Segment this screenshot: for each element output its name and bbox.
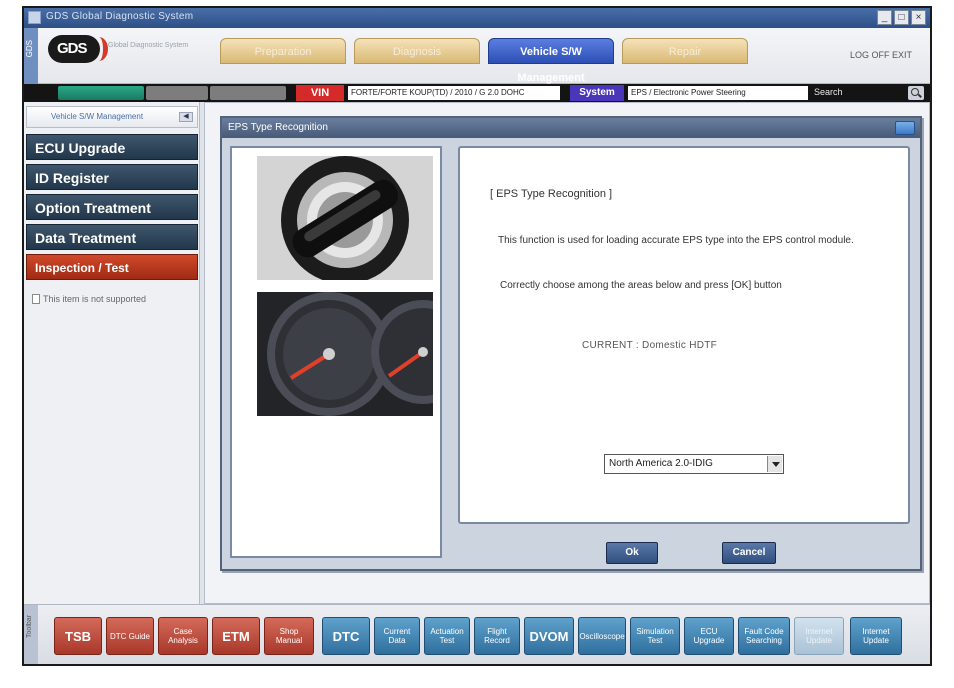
internet-update-button[interactable]: Internet Update [850, 617, 902, 655]
gauge-cluster-drawing [257, 292, 433, 416]
document-icon [32, 294, 40, 304]
sidebar-collapse-icon[interactable]: ◀ [179, 112, 193, 122]
bottom-toolbar: Toolbar TSB DTC Guide Case Analysis ETM … [24, 604, 930, 664]
side-tag: GDS [24, 28, 38, 84]
instrument-gauge-image [257, 292, 433, 416]
eps-instruction: Correctly choose among the areas below a… [500, 280, 782, 291]
main-tabs: Preparation Diagnosis Vehicle S/W Manage… [220, 38, 748, 84]
sidebar-item-data-treatment[interactable]: Data Treatment [26, 224, 198, 250]
dtc-button[interactable]: DTC [322, 617, 370, 655]
app-icon [28, 11, 41, 24]
eps-type-dialog: EPS Type Recognition [EPS Type Recognit… [220, 116, 922, 571]
sidebar-menu: ECU Upgrade ID Register Option Treatment… [26, 134, 198, 284]
info-button-2[interactable] [210, 86, 286, 100]
sidebar-item-id-register[interactable]: ID Register [26, 164, 198, 190]
system-value[interactable]: EPS / Electronic Power Steering [628, 86, 808, 100]
info-status-button[interactable] [58, 86, 144, 100]
dialog-close-icon[interactable] [895, 121, 915, 135]
minimize-button[interactable]: _ [877, 10, 892, 25]
not-supported-text: This item is not supported [43, 294, 147, 304]
etm-button[interactable]: ETM [212, 617, 260, 655]
logo-swoosh-icon [90, 37, 108, 61]
close-button[interactable]: × [911, 10, 926, 25]
sidebar: Vehicle S/W Management ◀ ECU Upgrade ID … [24, 102, 200, 604]
maximize-button[interactable]: □ [894, 10, 909, 25]
current-data-button[interactable]: Current Data [374, 617, 420, 655]
dvom-button[interactable]: DVOM [524, 617, 574, 655]
sidebar-item-option-treatment[interactable]: Option Treatment [26, 194, 198, 220]
toolbar-side-label: Toolbar [26, 615, 33, 638]
actuation-test-button[interactable]: Actuation Test [424, 617, 470, 655]
title-bar: GDS Global Diagnostic System _ □ × [24, 8, 930, 28]
flight-record-button[interactable]: Flight Record [474, 617, 520, 655]
steering-column-image [257, 156, 433, 280]
logo-text: GDS [57, 40, 87, 57]
tsb-button[interactable]: TSB [54, 617, 102, 655]
search-icon[interactable] [908, 86, 924, 100]
chevron-down-icon[interactable] [767, 456, 782, 472]
dialog-title-bar: EPS Type Recognition [222, 118, 920, 138]
sidebar-item-inspection-test[interactable]: Inspection / Test [26, 254, 198, 280]
side-tag-label: GDS [25, 40, 34, 58]
sidebar-item-ecu-upgrade[interactable]: ECU Upgrade [26, 134, 198, 160]
system-label: System [570, 85, 624, 101]
search-label: Search [814, 87, 843, 97]
eps-info-panel: [ EPS Type Recognition ] This function i… [458, 146, 910, 524]
case-analysis-button[interactable]: Case Analysis [158, 617, 208, 655]
vin-value[interactable]: FORTE/FORTE KOUP(TD) / 2010 / G 2.0 DOHC [348, 86, 560, 100]
not-supported-note: This item is not supported [32, 294, 146, 304]
sidebar-header: Vehicle S/W Management ◀ [26, 106, 198, 128]
shop-manual-button[interactable]: Shop Manual [264, 617, 314, 655]
eps-description: This function is used for loading accura… [498, 235, 854, 246]
window-title: GDS Global Diagnostic System [46, 11, 194, 22]
tab-preparation[interactable]: Preparation [220, 38, 346, 64]
tab-diagnosis[interactable]: Diagnosis [354, 38, 480, 64]
eps-type-selected-value: North America 2.0-IDIG [609, 458, 713, 469]
vehicle-info-bar: VIN FORTE/FORTE KOUP(TD) / 2010 / G 2.0 … [24, 84, 930, 102]
eps-current-value: CURRENT : Domestic HDTF [582, 340, 718, 351]
steering-column-drawing [257, 156, 433, 280]
eps-heading: [ EPS Type Recognition ] [490, 188, 613, 200]
app-header: GDS GDS Global Diagnostic System Prepara… [24, 28, 930, 84]
toolbar-side-tag: Toolbar [24, 605, 38, 664]
disabled-tool-button[interactable]: Internet Update [794, 617, 844, 655]
tab-repair[interactable]: Repair [622, 38, 748, 64]
logo-subtitle: Global Diagnostic System [108, 42, 189, 49]
dtc-guide-button[interactable]: DTC Guide [106, 617, 154, 655]
ecu-upgrade-tool-button[interactable]: ECU Upgrade [684, 617, 734, 655]
gds-logo: GDS [48, 35, 108, 63]
logoff-exit-link[interactable]: LOG OFF EXIT [850, 50, 912, 60]
simulation-test-button[interactable]: Simulation Test [630, 617, 680, 655]
vin-label: VIN [296, 85, 344, 101]
sidebar-header-label: Vehicle S/W Management [51, 112, 144, 121]
fault-code-searching-button[interactable]: Fault Code Searching [738, 617, 790, 655]
cancel-button[interactable]: Cancel [722, 542, 776, 564]
illustration-panel [230, 146, 442, 558]
info-button-1[interactable] [146, 86, 208, 100]
dialog-title: EPS Type Recognition [228, 122, 328, 133]
app-window: GDS Global Diagnostic System _ □ × GDS G… [22, 6, 932, 666]
tab-vehicle-sw-management[interactable]: Vehicle S/W Management [488, 38, 614, 84]
oscilloscope-button[interactable]: Oscilloscope [578, 617, 626, 655]
ok-button[interactable]: Ok [606, 542, 658, 564]
eps-type-select[interactable]: North America 2.0-IDIG [604, 454, 784, 474]
